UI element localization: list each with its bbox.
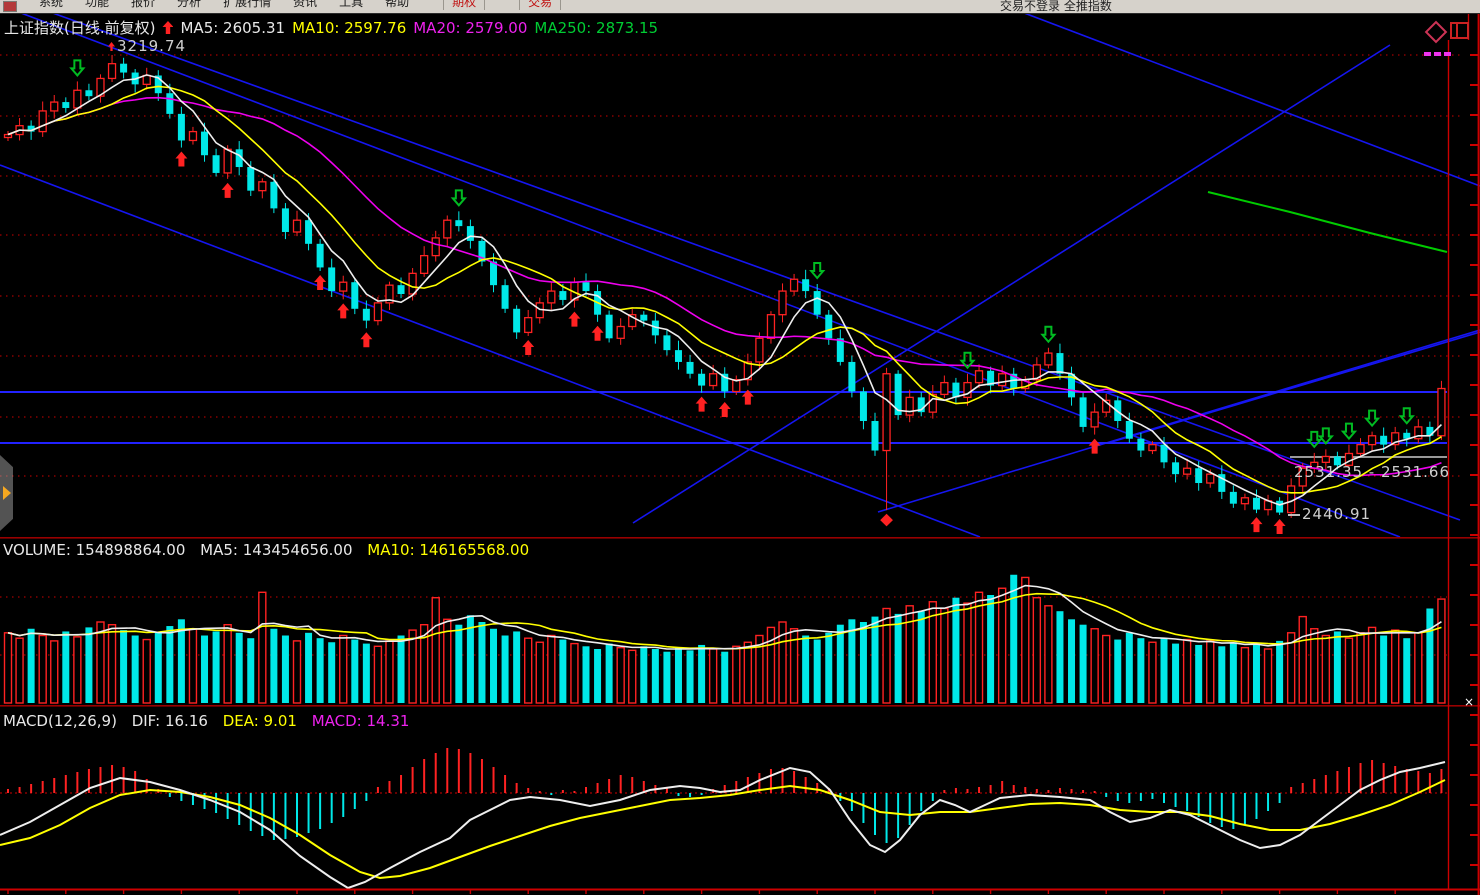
- sidebar-expand-tab[interactable]: [0, 455, 13, 531]
- menu-item-0[interactable]: 系统: [39, 0, 63, 10]
- bottom-diamond-marker: [880, 514, 893, 527]
- menu-item-5[interactable]: 资讯: [293, 0, 317, 10]
- buy-arrow: [592, 326, 604, 341]
- ma20-value: MA20: 2579.00: [413, 19, 527, 37]
- buy-arrow: [360, 332, 372, 347]
- signal-arrows: [71, 60, 1412, 534]
- buy-arrow: [1274, 519, 1286, 534]
- sell-arrow: [1343, 424, 1355, 439]
- window-layout-icon[interactable]: [1450, 22, 1469, 39]
- ma10-value: MA10: 2597.76: [292, 19, 406, 37]
- buy-arrow: [696, 397, 708, 412]
- trading-terminal-window: 系统 功能 报价 分析 扩展行情 资讯 工具 帮助 期权 交易 交易不登录 全推指数 上证指数(日…: [0, 0, 1480, 895]
- high-price-label: 3219.74: [108, 37, 186, 55]
- buy-arrow: [719, 402, 731, 417]
- menu-item-8[interactable]: 期权: [443, 0, 485, 10]
- chart-canvas: [0, 0, 1480, 895]
- ma250-line: [1208, 192, 1447, 252]
- macd-pane-title-row: MACD(12,26,9) DIF: 16.16 DEA: 9.01 MACD:…: [3, 712, 419, 730]
- buy-arrow: [222, 183, 234, 198]
- volume-value: VOLUME: 154898864.00: [3, 541, 185, 559]
- menu-bar: 系统 功能 报价 分析 扩展行情 资讯 工具 帮助 期权 交易: [0, 0, 1480, 14]
- volume-ma-lines: [8, 586, 1441, 649]
- up-arrow-icon: [162, 21, 173, 34]
- dif-line: [0, 762, 1445, 888]
- sell-arrow: [1366, 411, 1378, 426]
- trendlines: [0, 0, 1480, 537]
- ma5-value: MA5: 2605.31: [180, 19, 285, 37]
- macd-value: MACD: 14.31: [312, 712, 410, 730]
- candlesticks: [5, 55, 1445, 518]
- menu-item-1[interactable]: 功能: [85, 0, 109, 10]
- volume-pane-title-row: VOLUME: 154898864.00 MA5: 143454656.00 M…: [3, 541, 539, 559]
- more-options-icon[interactable]: [1424, 41, 1454, 60]
- sell-arrow: [71, 60, 83, 75]
- buy-signal-icon: [108, 42, 115, 51]
- sell-arrow: [1320, 428, 1332, 443]
- menu-bar-right-status: 交易不登录 全推指数: [1000, 0, 1112, 13]
- low-price-label: 2440.91: [1288, 505, 1371, 523]
- volume-ma10-value: MA10: 146165568.00: [367, 541, 529, 559]
- buy-arrow: [522, 340, 534, 355]
- gap-range-label: 2531.35 - 2531.66: [1294, 463, 1450, 481]
- menu-item-4[interactable]: 扩展行情: [223, 0, 271, 10]
- buy-arrow: [337, 303, 349, 318]
- close-icon[interactable]: ×: [1464, 695, 1474, 709]
- buy-arrow: [175, 152, 187, 167]
- pointer-dash: [1288, 514, 1300, 516]
- volume-ma5-value: MA5: 143454656.00: [200, 541, 352, 559]
- symbol-title[interactable]: 上证指数(日线.前复权): [4, 17, 155, 38]
- menu-item-9[interactable]: 交易: [519, 0, 561, 10]
- sell-arrow: [453, 190, 465, 205]
- dif-value: DIF: 16.16: [132, 712, 208, 730]
- menu-item-6[interactable]: 工具: [339, 0, 363, 10]
- main-chart-title-row: 上证指数(日线.前复权) MA5: 2605.31 MA10: 2597.76 …: [4, 17, 658, 38]
- macd-indicator-name[interactable]: MACD(12,26,9): [3, 712, 117, 730]
- menu-item-3[interactable]: 分析: [177, 0, 201, 10]
- menu-item-7[interactable]: 帮助: [385, 0, 409, 10]
- login-status-text: 交易不登录 全推指数: [1000, 0, 1112, 13]
- buy-arrow: [568, 312, 580, 327]
- sell-arrow: [1308, 432, 1320, 447]
- ma250-value: MA250: 2873.15: [534, 19, 658, 37]
- sell-arrow: [811, 263, 823, 278]
- dea-value: DEA: 9.01: [223, 712, 297, 730]
- buy-arrow: [1250, 517, 1262, 532]
- app-icon: [3, 1, 17, 12]
- sell-arrow: [1042, 327, 1054, 342]
- expand-arrow-icon: [3, 486, 11, 500]
- volume-bars: [5, 575, 1445, 703]
- sell-arrow: [1401, 408, 1413, 423]
- buy-arrow: [1089, 439, 1101, 454]
- menu-item-2[interactable]: 报价: [131, 0, 155, 10]
